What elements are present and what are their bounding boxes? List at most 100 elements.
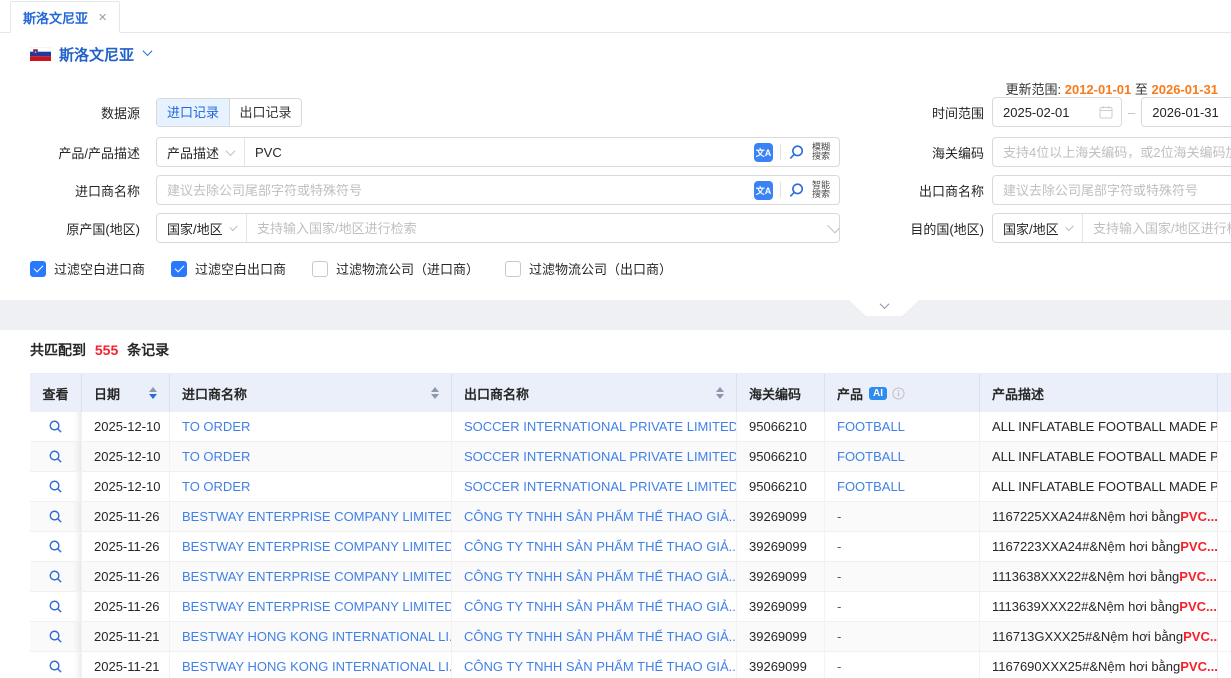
importer-link[interactable]: TO ORDER [170,472,452,501]
view-record-button[interactable] [30,502,82,531]
hs-code-group: 海关编码 [840,137,1231,167]
column-date[interactable]: 日期 [82,374,170,412]
importer-link[interactable]: BESTWAY ENTERPRISE COMPANY LIMITED [170,532,452,561]
table-row: 2025-11-26 BESTWAY ENTERPRISE COMPANY LI… [30,592,1231,622]
update-range: 更新范围: 2012-01-01 至 2026-01-31 [1005,79,1218,98]
tab-export-records[interactable]: 出口记录 [229,99,301,126]
exporter-link[interactable]: SOCCER INTERNATIONAL PRIVATE LIMITED [452,412,737,441]
product-cell[interactable]: - [825,592,980,621]
end-date-input[interactable] [1141,97,1231,127]
origin-label: 原产国(地区) [0,219,150,238]
importer-name-input[interactable] [157,176,750,204]
description-cell: 1167690XXX25#&Nệm hơi bằng PVC... [980,652,1218,678]
product-cell[interactable]: - [825,502,980,531]
view-record-button[interactable] [30,562,82,591]
exporter-link[interactable]: CÔNG TY TNHH SẢN PHẨM THỂ THAO GIẢ... [452,532,737,561]
tab-import-records[interactable]: 进口记录 [157,99,229,126]
checkbox-icon[interactable] [171,261,187,277]
description-highlight: PVC... [1180,509,1218,524]
chevron-down-icon[interactable] [827,220,840,233]
close-icon[interactable]: ✕ [98,11,107,24]
collapse-filters-button[interactable] [849,300,919,316]
end-date-field[interactable] [1152,105,1231,120]
view-record-button[interactable] [30,622,82,651]
destination-country-input[interactable] [1083,214,1231,242]
destination-type-select[interactable]: 国家/地区 [993,214,1083,242]
table-body: 2025-12-10 TO ORDER SOCCER INTERNATIONAL… [30,412,1231,678]
view-search-icon [48,569,63,584]
view-record-button[interactable] [30,652,82,678]
product-type-select[interactable]: 产品描述 [157,138,245,166]
view-record-button[interactable] [30,442,82,471]
description-highlight: PVC... [1180,659,1218,674]
smart-search-label[interactable]: 智能 搜索 [812,181,830,200]
sort-icons-importer[interactable] [431,387,451,399]
view-record-button[interactable] [30,532,82,561]
importer-link[interactable]: TO ORDER [170,412,452,441]
product-search-input[interactable] [245,138,750,166]
hs-code-cell: 39269099 [737,592,825,621]
exporter-group: 出口商名称 [840,175,1231,205]
exporter-link[interactable]: CÔNG TY TNHH SẢN PHẨM THỂ THAO GIẢ... [452,502,737,531]
chevron-down-icon[interactable] [143,46,153,56]
translate-icon[interactable]: 文A [754,143,773,162]
column-exporter[interactable]: 出口商名称 [452,374,737,412]
hs-code-input[interactable] [992,137,1231,167]
importer-link[interactable]: BESTWAY HONG KONG INTERNATIONAL LI... [170,652,452,678]
importer-link[interactable]: BESTWAY ENTERPRISE COMPANY LIMITED [170,592,452,621]
view-record-button[interactable] [30,412,82,441]
exporter-link[interactable]: CÔNG TY TNHH SẢN PHẨM THỂ THAO GIẢ... [452,592,737,621]
tab-slovenia[interactable]: 斯洛文尼亚 ✕ [10,1,120,33]
view-search-icon [48,599,63,614]
filter-checkbox[interactable]: 过滤物流公司（出口商） [505,259,672,278]
filter-checkbox[interactable]: 过滤空白进口商 [30,259,145,278]
sort-icons-exporter[interactable] [716,387,736,399]
view-record-button[interactable] [30,592,82,621]
filter-checkbox[interactable]: 过滤空白出口商 [171,259,286,278]
checkbox-icon[interactable] [505,261,521,277]
sort-icons-date[interactable] [149,387,169,399]
exporter-link[interactable]: CÔNG TY TNHH SẢN PHẨM THỂ THAO GIẢ... [452,652,737,678]
origin-input-group: 国家/地区 [156,213,840,243]
product-cell[interactable]: FOOTBALL [825,472,980,501]
importer-link[interactable]: BESTWAY ENTERPRISE COMPANY LIMITED [170,562,452,591]
table-header: 查看 日期 进口商名称 出口商名称 海关编码 产品 AI 产品描述 [30,374,1231,412]
product-cell[interactable]: FOOTBALL [825,412,980,441]
importer-link[interactable]: BESTWAY ENTERPRISE COMPANY LIMITED [170,502,452,531]
origin-type-select[interactable]: 国家/地区 [157,214,247,242]
view-record-button[interactable] [30,472,82,501]
start-date-field[interactable] [1003,105,1093,120]
date-separator: – [1128,105,1135,120]
fuzzy-search-label[interactable]: 模糊 搜索 [812,143,830,162]
start-date-input[interactable] [992,97,1122,127]
time-range-label: 时间范围 [840,103,992,122]
origin-country-input[interactable] [247,214,828,242]
exporter-link[interactable]: CÔNG TY TNHH SẢN PHẨM THỂ THAO GIẢ... [452,622,737,651]
ai-badge: AI [869,387,887,400]
product-cell[interactable]: - [825,652,980,678]
fuzzy-search-icon[interactable] [788,144,805,161]
info-icon[interactable] [892,387,905,400]
product-cell[interactable]: - [825,622,980,651]
exporter-name-input[interactable] [992,175,1231,205]
exporter-link[interactable]: SOCCER INTERNATIONAL PRIVATE LIMITED [452,442,737,471]
table-row: 2025-11-21 BESTWAY HONG KONG INTERNATION… [30,622,1231,652]
checkbox-icon[interactable] [30,261,46,277]
product-cell[interactable]: - [825,532,980,561]
checkbox-icon[interactable] [312,261,328,277]
product-cell[interactable]: FOOTBALL [825,442,980,471]
exporter-link[interactable]: CÔNG TY TNHH SẢN PHẨM THỂ THAO GIẢ... [452,562,737,591]
filter-checkbox[interactable]: 过滤物流公司（进口商） [312,259,479,278]
translate-icon[interactable]: 文A [754,181,773,200]
time-range-group: 时间范围 – [840,97,1231,127]
tab-label: 斯洛文尼亚 [23,8,88,27]
view-search-icon [48,509,63,524]
country-name[interactable]: 斯洛文尼亚 [59,44,134,65]
date-cell: 2025-11-21 [82,622,170,651]
exporter-link[interactable]: SOCCER INTERNATIONAL PRIVATE LIMITED [452,472,737,501]
product-cell[interactable]: - [825,562,980,591]
importer-link[interactable]: BESTWAY HONG KONG INTERNATIONAL LI... [170,622,452,651]
importer-link[interactable]: TO ORDER [170,442,452,471]
column-importer[interactable]: 进口商名称 [170,374,452,412]
smart-search-icon[interactable] [788,182,805,199]
